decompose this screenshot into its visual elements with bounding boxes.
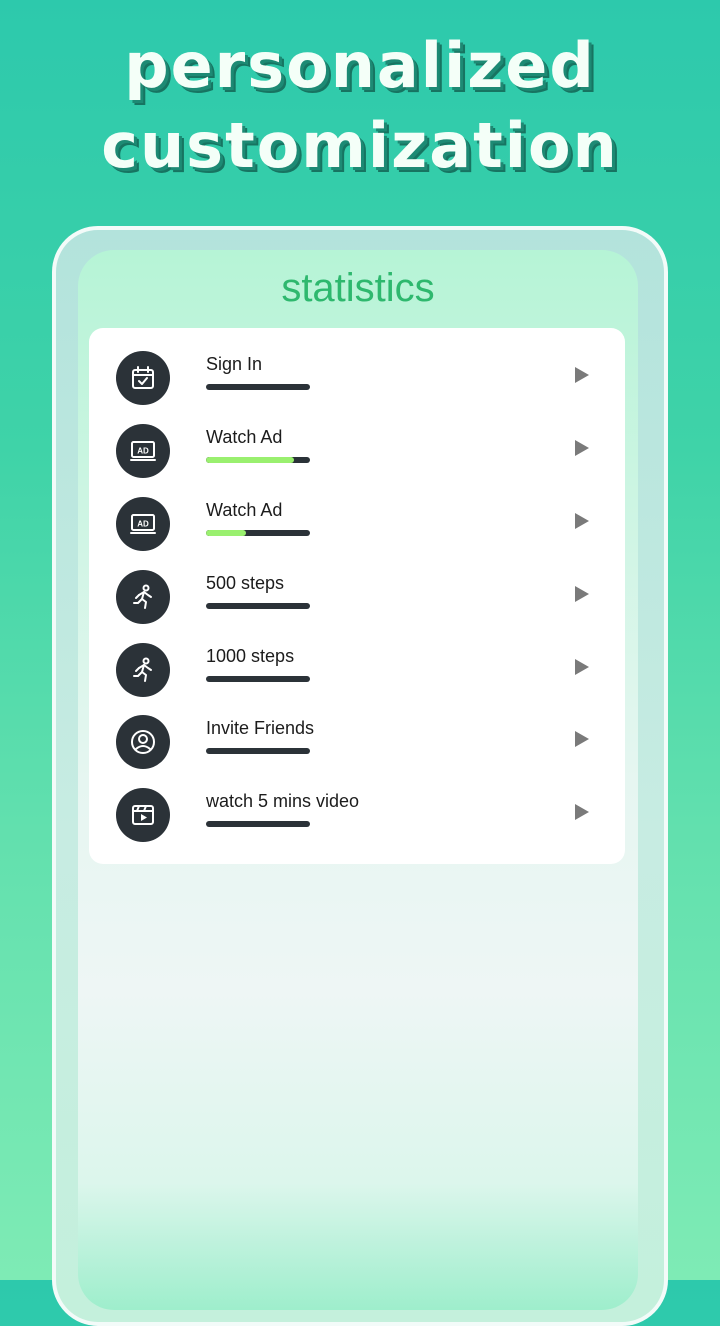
task-label: Watch Ad bbox=[206, 500, 283, 520]
banner-line-1: personalized bbox=[124, 29, 596, 102]
calendar-check-icon bbox=[116, 351, 170, 405]
play-icon[interactable] bbox=[572, 727, 592, 751]
task-label: 500 steps bbox=[206, 573, 285, 593]
play-icon[interactable] bbox=[572, 363, 592, 387]
task-row-watch-ad-2[interactable]: AD Watch Ad bbox=[89, 497, 625, 557]
svg-text:AD: AD bbox=[137, 447, 149, 456]
svg-text:AD: AD bbox=[137, 520, 149, 529]
play-icon[interactable] bbox=[572, 655, 592, 679]
ad-icon: AD bbox=[116, 497, 170, 551]
task-progress-bar bbox=[206, 676, 310, 682]
task-progress-fill bbox=[206, 530, 246, 536]
play-icon[interactable] bbox=[572, 582, 592, 606]
task-progress-bar bbox=[206, 821, 310, 827]
play-icon[interactable] bbox=[572, 800, 592, 824]
running-icon bbox=[116, 643, 170, 697]
task-progress-bar bbox=[206, 457, 310, 463]
task-label: 1000 steps bbox=[206, 646, 295, 666]
task-row-watch-video[interactable]: watch 5 mins video bbox=[89, 788, 625, 848]
task-row-1000-steps[interactable]: 1000 steps bbox=[89, 643, 625, 703]
task-row-invite-friends[interactable]: Invite Friends bbox=[89, 715, 625, 775]
task-progress-bar bbox=[206, 530, 310, 536]
task-progress-bar bbox=[206, 603, 310, 609]
task-label: Invite Friends bbox=[206, 718, 315, 738]
user-icon bbox=[116, 715, 170, 769]
task-row-sign-in[interactable]: Sign In bbox=[89, 351, 625, 411]
task-label: Watch Ad bbox=[206, 427, 283, 447]
task-row-watch-ad[interactable]: AD Watch Ad bbox=[89, 424, 625, 484]
banner-line-2: customization bbox=[101, 109, 619, 182]
task-label: Sign In bbox=[206, 354, 263, 374]
task-progress-bar bbox=[206, 748, 310, 754]
task-progress-fill bbox=[206, 457, 295, 463]
task-row-500-steps[interactable]: 500 steps bbox=[89, 570, 625, 630]
play-icon[interactable] bbox=[572, 436, 592, 460]
task-progress-bar bbox=[206, 384, 310, 390]
banner-headline: personalized customization bbox=[0, 26, 720, 186]
running-icon bbox=[116, 570, 170, 624]
page-title: statistics bbox=[281, 266, 435, 310]
play-icon[interactable] bbox=[572, 509, 592, 533]
task-label: watch 5 mins video bbox=[206, 791, 360, 811]
video-icon bbox=[116, 788, 170, 842]
ad-icon: AD bbox=[116, 424, 170, 478]
task-list-card: Sign In AD Watch Ad AD Watch Ad 500 step… bbox=[89, 328, 625, 864]
